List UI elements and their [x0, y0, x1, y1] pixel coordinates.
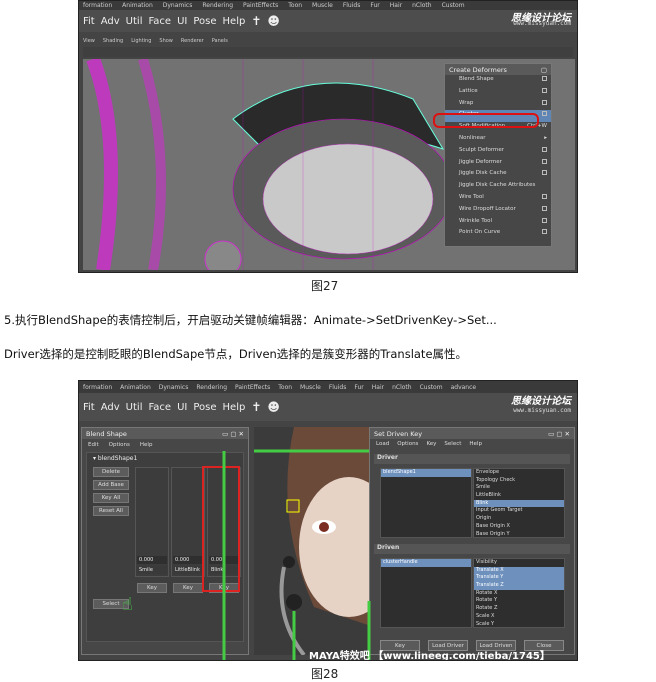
deformer-menu-label: Nonlinear [459, 134, 486, 141]
deformer-menu-item[interactable]: Wire Dropoff Locator [445, 205, 551, 217]
deformer-menu-item[interactable]: Point On Curve [445, 228, 551, 240]
option-box-icon[interactable] [542, 205, 547, 211]
shelf-pose[interactable]: Pose [193, 16, 216, 27]
deformer-menu-item[interactable]: Jiggle Deformer [445, 158, 551, 170]
panel-menu-view[interactable]: View [83, 38, 95, 46]
panel-menu-renderer[interactable]: Renderer [181, 38, 204, 46]
option-box-icon[interactable] [542, 193, 547, 199]
option-box-icon[interactable] [542, 76, 547, 81]
option-box-icon[interactable] [542, 217, 547, 223]
screenshot-create-deformers: formation Animation Dynamics Rendering P… [78, 0, 578, 273]
deformer-menu-label: Point On Curve [459, 229, 501, 236]
option-box-icon[interactable] [542, 99, 547, 105]
submenu-arrow-icon[interactable]: ▸ [544, 135, 547, 146]
menu-hair[interactable]: Hair [390, 2, 402, 9]
shelf-util[interactable]: Util [126, 16, 143, 27]
instruction-line-2: Driver选择的是控制眨眼的BlendSape节点，Driven选择的是簇变形… [4, 347, 468, 361]
panel-menubar: View Shading Lighting Show Renderer Pane… [83, 38, 228, 46]
highlight-cluster-outline [433, 113, 539, 128]
deformer-menu-label: Jiggle Disk Cache Attributes [459, 182, 536, 189]
menu-formation[interactable]: formation [83, 2, 112, 9]
menu-animation[interactable]: Animation [122, 2, 153, 9]
deformer-menu-label: Lattice [459, 87, 478, 94]
panel-menu-shading[interactable]: Shading [103, 38, 123, 46]
menu-muscle[interactable]: Muscle [312, 2, 333, 9]
watermark-text: MAYA特效吧 【www.lineeg.com/tieba/1745】 [309, 651, 550, 661]
menu-rendering[interactable]: Rendering [202, 2, 233, 9]
panel-toolbar [83, 47, 573, 57]
skull-icon[interactable]: ☻ [267, 14, 280, 28]
shelf-adv[interactable]: Adv [101, 16, 120, 27]
figure-caption-28: 图28 [311, 667, 339, 681]
deformer-menu-item[interactable]: Wrap [445, 99, 551, 111]
menu-fluids[interactable]: Fluids [343, 2, 361, 9]
panel-menu-panels[interactable]: Panels [212, 38, 228, 46]
create-deformers-menu: Create Deformers ▢ Blend Shape Lattice Wrap… [444, 63, 552, 247]
menu-painteffects[interactable]: PaintEffects [243, 2, 278, 9]
deformer-menu-item[interactable]: Nonlinear ▸ [445, 134, 551, 146]
panel-menu-lighting[interactable]: Lighting [131, 38, 151, 46]
tearoff-icon[interactable]: ▢ [541, 66, 547, 74]
deformer-menu-item[interactable]: Lattice [445, 87, 551, 99]
menu-dynamics[interactable]: Dynamics [163, 2, 193, 9]
menu-toon[interactable]: Toon [288, 2, 302, 9]
shelf-face[interactable]: Face [148, 16, 171, 27]
menu-fur[interactable]: Fur [370, 2, 379, 9]
deformer-menu-item[interactable]: Jiggle Disk Cache Attributes [445, 181, 551, 193]
deformer-menu-label: Wire Dropoff Locator [459, 205, 516, 212]
deformer-menu-label: Wire Tool [459, 193, 484, 200]
deformer-menu-label: Jiggle Disk Cache [459, 170, 507, 177]
option-box-icon[interactable] [542, 229, 547, 235]
option-box-icon[interactable] [542, 111, 547, 117]
deformer-menu-item[interactable]: Blend Shape [445, 75, 551, 87]
option-box-icon[interactable] [542, 170, 547, 176]
deformer-menu-item[interactable]: Wire Tool [445, 193, 551, 205]
shelf-help[interactable]: Help [223, 16, 246, 27]
panel-menu-show[interactable]: Show [159, 38, 173, 46]
main-menubar: formation Animation Dynamics Rendering P… [79, 1, 577, 10]
shelf-ui[interactable]: UI [177, 16, 187, 27]
deformer-menu-item[interactable]: Sculpt Deformer [445, 146, 551, 158]
option-box-icon[interactable] [542, 146, 547, 152]
shelf-fit[interactable]: Fit [83, 16, 95, 27]
menu-custom[interactable]: Custom [442, 2, 465, 9]
t-pose-figure-icon[interactable]: ✝ [251, 14, 261, 28]
figure-caption-27: 图27 [311, 279, 339, 293]
menu-ncloth[interactable]: nCloth [412, 2, 432, 9]
screenshot-set-driven-key: formation Animation Dynamics Rendering P… [78, 380, 578, 661]
shelf-bar: Fit Adv Util Face UI Pose Help ✝ ☻ 思缘设计论… [79, 10, 577, 32]
deformer-menu-label: Sculpt Deformer [459, 146, 505, 153]
option-box-icon[interactable] [542, 158, 547, 164]
create-deformers-title: Create Deformers ▢ [445, 64, 551, 75]
deformer-menu-label: Blend Shape [459, 76, 494, 82]
site-logo-url: www.missyuan.com [513, 20, 571, 27]
instruction-line-1: 5.执行BlendShape的表情控制后，开启驱动关键帧编辑器：Animate-… [4, 313, 497, 327]
deformer-menu-label: Jiggle Deformer [459, 158, 502, 165]
deformer-menu-label: Wrinkle Tool [459, 217, 492, 224]
deformer-menu-item[interactable]: Wrinkle Tool [445, 217, 551, 229]
option-box-icon[interactable] [542, 87, 547, 93]
deformer-menu-item[interactable]: Jiggle Disk Cache [445, 169, 551, 181]
green-connector-lines [222, 449, 371, 660]
deformer-menu-label: Wrap [459, 99, 474, 106]
